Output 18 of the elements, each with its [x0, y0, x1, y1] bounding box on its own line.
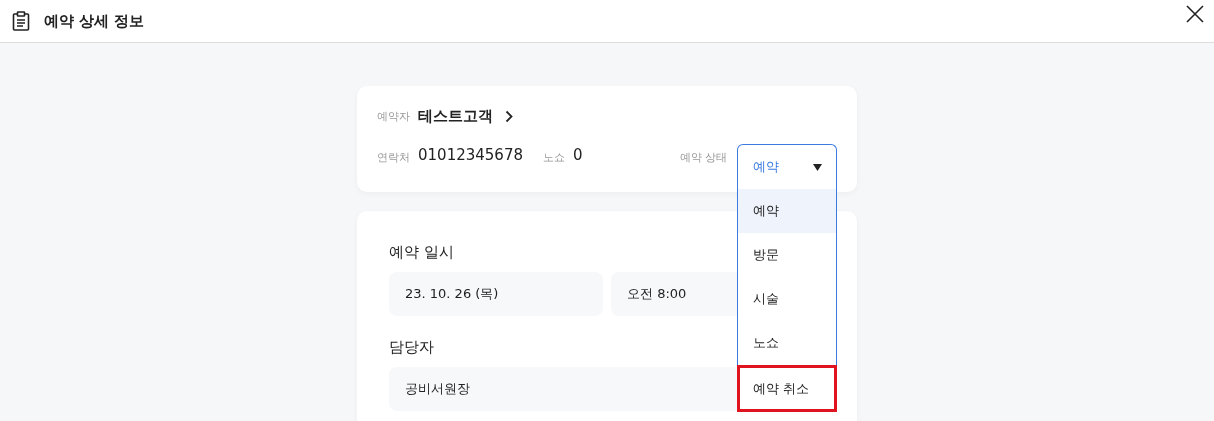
status-label: 예약 상태: [679, 150, 727, 165]
contact-label: 연락처: [377, 150, 410, 165]
status-dropdown[interactable]: 예약: [737, 144, 837, 189]
status-option[interactable]: 예약: [738, 189, 836, 233]
contact-number: 01012345678: [418, 146, 523, 164]
customer-label: 예약자: [377, 108, 410, 124]
date-field[interactable]: 23. 10. 26 (목): [389, 272, 603, 316]
caret-icon: [813, 163, 822, 171]
window-title: 예약 상세 정보: [44, 11, 145, 31]
chevron-right-icon[interactable]: [505, 109, 513, 123]
customer-name-link[interactable]: 테스트고객: [418, 106, 493, 126]
clipboard-icon: [12, 11, 30, 31]
no-show-label: 노쇼: [543, 150, 565, 165]
close-icon[interactable]: [1186, 5, 1204, 23]
staff-label: 담당자: [389, 338, 434, 357]
no-show-count: 0: [573, 146, 583, 164]
status-option[interactable]: 예약 취소: [737, 365, 837, 412]
datetime-label: 예약 일시: [389, 243, 454, 262]
